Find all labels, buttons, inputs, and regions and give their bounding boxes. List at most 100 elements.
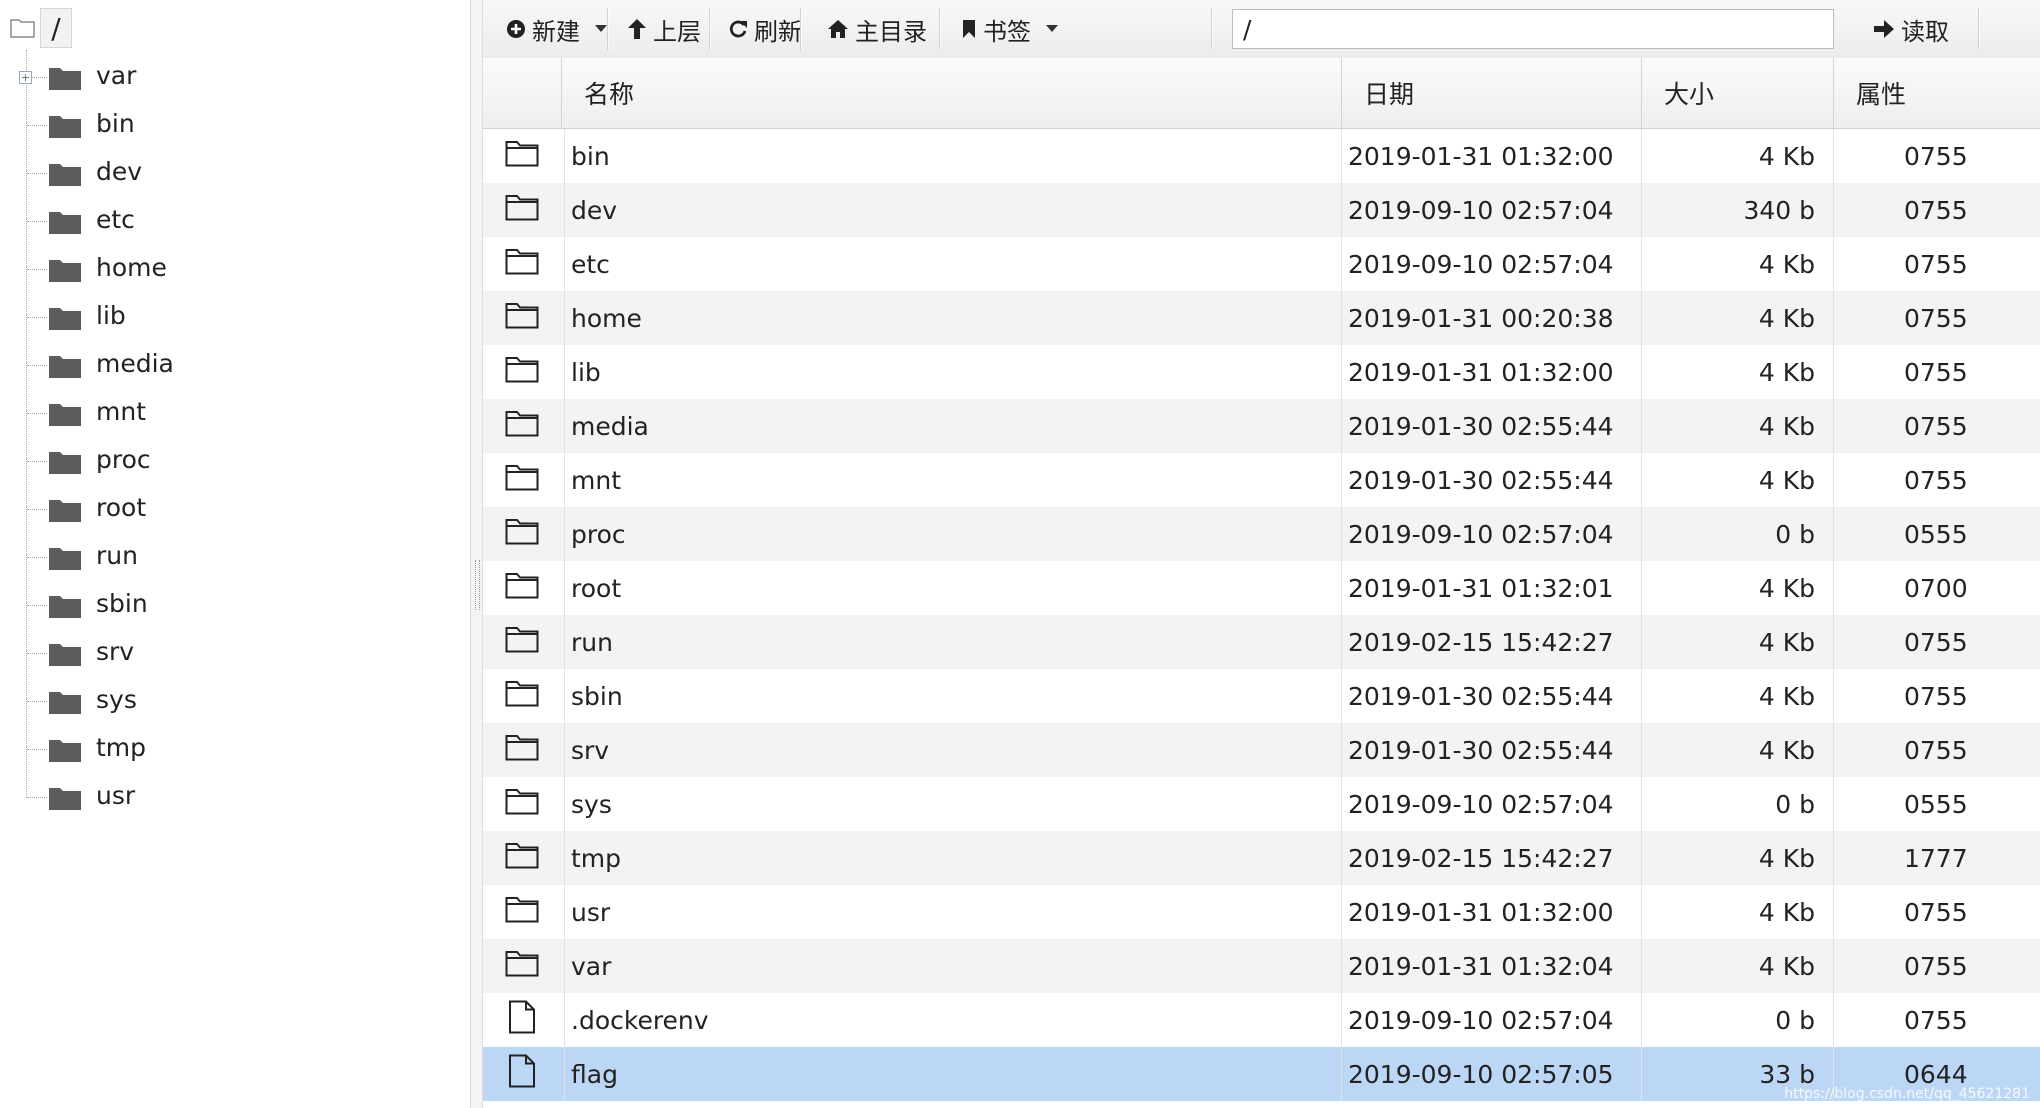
new-button[interactable]: 新建 (506, 9, 614, 49)
table-row[interactable]: tmp 2019-02-15 15:42:27 4 Kb 1777 (483, 831, 2040, 885)
row-size: 4 Kb (1641, 291, 1833, 345)
bookmark-button[interactable]: 书签 (961, 9, 1065, 49)
table-row[interactable]: lib 2019-01-31 01:32:00 4 Kb 0755 (483, 345, 2040, 399)
table-row[interactable]: run 2019-02-15 15:42:27 4 Kb 0755 (483, 615, 2040, 669)
row-icon-cell[interactable] (483, 561, 561, 615)
header-name[interactable]: 名称 (561, 58, 1341, 128)
table-row[interactable]: sys 2019-09-10 02:57:04 0 b 0555 (483, 777, 2040, 831)
folder-icon (505, 247, 539, 281)
table-row[interactable]: etc 2019-09-10 02:57:04 4 Kb 0755 (483, 237, 2040, 291)
row-icon-cell[interactable] (483, 237, 561, 291)
row-icon-cell[interactable] (483, 1047, 561, 1101)
read-button[interactable]: 读取 (1873, 9, 1949, 49)
path-input[interactable] (1232, 9, 1834, 49)
row-icon-cell[interactable] (483, 129, 561, 183)
row-name[interactable]: bin (564, 129, 1164, 183)
row-icon-cell[interactable] (483, 993, 561, 1047)
row-name[interactable]: tmp (564, 831, 1164, 885)
row-icon-cell[interactable] (483, 615, 561, 669)
tree-item[interactable]: usr (0, 773, 470, 821)
table-row[interactable]: home 2019-01-31 00:20:38 4 Kb 0755 (483, 291, 2040, 345)
tree-item[interactable]: etc (0, 197, 470, 245)
row-icon-cell[interactable] (483, 399, 561, 453)
row-date: 2019-01-31 01:32:01 (1341, 561, 1641, 615)
table-row[interactable]: media 2019-01-30 02:55:44 4 Kb 0755 (483, 399, 2040, 453)
table-row[interactable]: proc 2019-09-10 02:57:04 0 b 0555 (483, 507, 2040, 561)
row-name[interactable]: run (564, 615, 1164, 669)
row-icon-cell[interactable] (483, 291, 561, 345)
row-icon-cell[interactable] (483, 777, 561, 831)
row-name[interactable]: usr (564, 885, 1164, 939)
tree-item[interactable]: tmp (0, 725, 470, 773)
row-name[interactable]: lib (564, 345, 1164, 399)
tree-item[interactable]: srv (0, 629, 470, 677)
tree-item[interactable]: bin (0, 101, 470, 149)
row-name[interactable]: flag (564, 1047, 1164, 1101)
grid-rows: bin 2019-01-31 01:32:00 4 Kb 0755 dev 2019-09… (483, 129, 2040, 1101)
row-icon-cell[interactable] (483, 723, 561, 777)
row-name[interactable]: dev (564, 183, 1164, 237)
row-name[interactable]: sbin (564, 669, 1164, 723)
tree-item[interactable]: home (0, 245, 470, 293)
splitter-grip[interactable] (475, 560, 480, 610)
row-name[interactable]: etc (564, 237, 1164, 291)
row-icon-cell[interactable] (483, 183, 561, 237)
tree-item[interactable]: lib (0, 293, 470, 341)
header-size[interactable]: 大小 (1641, 58, 1833, 128)
row-date: 2019-01-31 01:32:04 (1341, 939, 1641, 993)
tree-root-label[interactable]: / (40, 8, 72, 48)
header-icon-column[interactable] (483, 58, 561, 128)
row-name[interactable]: media (564, 399, 1164, 453)
table-row[interactable]: var 2019-01-31 01:32:04 4 Kb 0755 (483, 939, 2040, 993)
caret-down-icon[interactable] (594, 24, 608, 34)
tree-item[interactable]: root (0, 485, 470, 533)
tree-item[interactable]: media (0, 341, 470, 389)
table-row[interactable]: bin 2019-01-31 01:32:00 4 Kb 0755 (483, 129, 2040, 183)
row-icon-cell[interactable] (483, 669, 561, 723)
row-icon-cell[interactable] (483, 345, 561, 399)
expand-plus-icon[interactable]: + (19, 71, 32, 84)
tree-item[interactable]: dev (0, 149, 470, 197)
tree-item[interactable]: run (0, 533, 470, 581)
table-row[interactable]: .dockerenv 2019-09-10 02:57:04 0 b 0755 (483, 993, 2040, 1047)
tree-item[interactable]: + var (0, 53, 470, 101)
row-icon-cell[interactable] (483, 939, 561, 993)
row-name[interactable]: mnt (564, 453, 1164, 507)
row-name[interactable]: var (564, 939, 1164, 993)
table-row[interactable]: usr 2019-01-31 01:32:00 4 Kb 0755 (483, 885, 2040, 939)
row-name[interactable]: proc (564, 507, 1164, 561)
up-button[interactable]: 上层 (627, 9, 701, 49)
row-icon-cell[interactable] (483, 831, 561, 885)
row-name[interactable]: home (564, 291, 1164, 345)
tree-item-label: proc (96, 445, 151, 474)
tree-item[interactable]: sys (0, 677, 470, 725)
row-attr: 0755 (1833, 399, 2040, 453)
table-row[interactable]: srv 2019-01-30 02:55:44 4 Kb 0755 (483, 723, 2040, 777)
row-attr: 0755 (1833, 669, 2040, 723)
panel-splitter[interactable] (470, 0, 483, 1108)
row-icon-cell[interactable] (483, 453, 561, 507)
folder-icon (48, 449, 82, 479)
tree-item[interactable]: mnt (0, 389, 470, 437)
row-icon-cell[interactable] (483, 507, 561, 561)
row-name[interactable]: root (564, 561, 1164, 615)
tree-root[interactable]: / (10, 8, 72, 48)
caret-down-icon[interactable] (1045, 24, 1059, 34)
row-icon-cell[interactable] (483, 885, 561, 939)
table-row[interactable]: dev 2019-09-10 02:57:04 340 b 0755 (483, 183, 2040, 237)
tree-item[interactable]: proc (0, 437, 470, 485)
tree-item[interactable]: sbin (0, 581, 470, 629)
row-name[interactable]: sys (564, 777, 1164, 831)
header-attr[interactable]: 属性 (1833, 58, 2040, 128)
table-row[interactable]: mnt 2019-01-30 02:55:44 4 Kb 0755 (483, 453, 2040, 507)
tree-item-label: media (96, 349, 174, 378)
table-row[interactable]: sbin 2019-01-30 02:55:44 4 Kb 0755 (483, 669, 2040, 723)
header-date[interactable]: 日期 (1341, 58, 1641, 128)
row-name[interactable]: .dockerenv (564, 993, 1164, 1047)
folder-icon (505, 409, 539, 443)
refresh-button[interactable]: 刷新 (728, 9, 802, 49)
table-row[interactable]: root 2019-01-31 01:32:01 4 Kb 0700 (483, 561, 2040, 615)
home-button[interactable]: 主目录 (827, 9, 927, 49)
row-name[interactable]: srv (564, 723, 1164, 777)
tree-branch-line (27, 461, 47, 462)
